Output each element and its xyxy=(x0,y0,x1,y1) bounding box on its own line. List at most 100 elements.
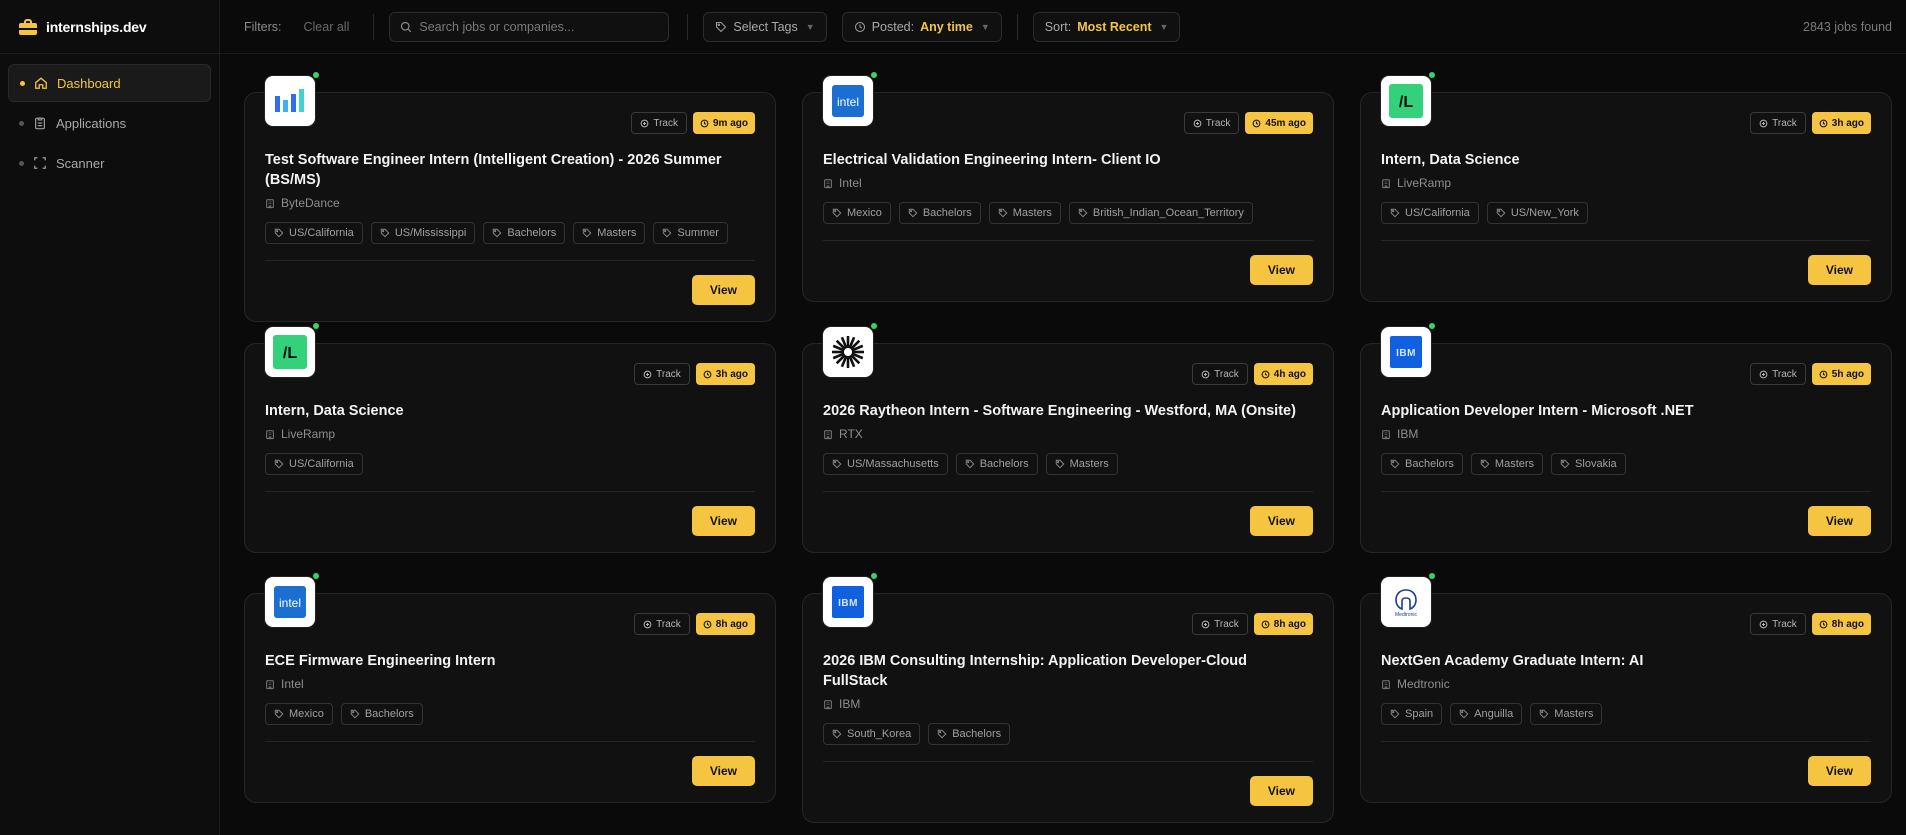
view-button[interactable]: View xyxy=(1807,756,1871,786)
posted-ago-badge: 4h ago xyxy=(1253,363,1313,385)
job-card-cell: intel Track 8h ago ECE Firmware Engineering… xyxy=(244,572,776,822)
card-actions: Track 4h ago xyxy=(823,363,1313,385)
job-card[interactable]: Track 9m ago Test Software Engineer Intern… xyxy=(244,72,776,322)
view-button[interactable]: View xyxy=(691,756,755,786)
track-button[interactable]: Track xyxy=(1183,112,1240,134)
job-title[interactable]: Intern, Data Science xyxy=(1381,150,1871,170)
company-name: LiveRamp xyxy=(281,427,336,441)
building-icon xyxy=(1381,178,1391,189)
job-card[interactable]: /L Track 3h ago Intern, Data Science LiveRam… xyxy=(244,323,776,553)
company-name: RTX xyxy=(839,427,863,441)
job-card[interactable]: Medtronic Track 8h ago NextGen Academy Grad… xyxy=(1360,573,1892,803)
job-title[interactable]: Electrical Validation Engineering Intern… xyxy=(823,150,1313,170)
job-card[interactable]: IBM Track 5h ago Application Developer Inte… xyxy=(1360,323,1892,553)
building-icon xyxy=(823,699,833,710)
tag-icon xyxy=(1539,709,1549,719)
status-dot xyxy=(871,573,877,579)
intel-logo: intel xyxy=(265,577,315,627)
job-card[interactable]: Track 4h ago 2026 Raytheon Intern - Softwa… xyxy=(802,323,1334,553)
view-button[interactable]: View xyxy=(1807,255,1871,285)
view-button[interactable]: View xyxy=(1249,506,1313,536)
job-title[interactable]: Intern, Data Science xyxy=(265,401,755,421)
status-dot xyxy=(1429,72,1435,78)
view-button[interactable]: View xyxy=(1249,255,1313,285)
card-actions: Track 8h ago xyxy=(823,613,1313,635)
tag-icon xyxy=(492,228,502,238)
sidebar-item-label: Applications xyxy=(56,115,127,131)
company: Intel xyxy=(265,677,755,691)
posted-ago: 8h ago xyxy=(1273,618,1306,630)
track-button[interactable]: Track xyxy=(634,363,690,385)
posted-ago: 9m ago xyxy=(712,117,748,129)
tag-label: Masters xyxy=(1012,207,1052,219)
tag-icon xyxy=(832,729,842,739)
sort-dropdown[interactable]: Sort: Most Recent ▼ xyxy=(1032,11,1181,42)
card-divider xyxy=(265,260,755,261)
liveramp-logo: /L xyxy=(265,327,315,377)
track-button[interactable]: Track xyxy=(1750,613,1806,635)
tag-icon xyxy=(1560,459,1570,469)
sidebar-item-dashboard[interactable]: Dashboard xyxy=(8,64,211,102)
brand[interactable]: internships.dev xyxy=(0,0,219,54)
card-divider xyxy=(1381,741,1871,742)
job-title[interactable]: Test Software Engineer Intern (Intellige… xyxy=(265,150,755,190)
tag-label: Anguilla xyxy=(1474,708,1514,720)
tag-label: US/Mississippi xyxy=(394,227,467,239)
tag-icon xyxy=(662,228,672,238)
clipboard-icon xyxy=(33,116,47,130)
track-button[interactable]: Track xyxy=(1192,613,1248,635)
view-button[interactable]: View xyxy=(1249,776,1313,806)
card-divider xyxy=(265,491,755,492)
tag-chip: Bachelors xyxy=(898,202,981,224)
track-button[interactable]: Track xyxy=(631,112,687,134)
track-button[interactable]: Track xyxy=(1192,363,1248,385)
tag-icon xyxy=(380,228,390,238)
track-button[interactable]: Track xyxy=(1750,363,1806,385)
filter-bar: Filters: Clear all Select Tags ▼ xyxy=(220,0,1906,54)
tag-label: British_Indian_Ocean_Territory xyxy=(1092,207,1244,219)
company-name: LiveRamp xyxy=(1397,176,1452,190)
card-footer: View xyxy=(823,255,1313,285)
track-button[interactable]: Track xyxy=(1750,112,1806,134)
search-box[interactable] xyxy=(389,11,670,42)
track-button[interactable]: Track xyxy=(634,613,690,635)
job-title[interactable]: Application Developer Intern - Microsoft… xyxy=(1381,401,1871,421)
job-title[interactable]: 2026 Raytheon Intern - Software Engineer… xyxy=(823,401,1313,421)
card-footer: View xyxy=(1381,506,1871,536)
job-card[interactable]: intel Track 45m ago Electrical Validation E… xyxy=(802,72,1334,302)
job-title[interactable]: 2026 IBM Consulting Internship: Applicat… xyxy=(823,651,1313,691)
tag-label: Masters xyxy=(597,227,637,239)
search-input[interactable] xyxy=(419,19,660,34)
job-title[interactable]: NextGen Academy Graduate Intern: AI xyxy=(1381,651,1871,671)
view-button[interactable]: View xyxy=(1807,506,1871,536)
job-card[interactable]: IBM Track 8h ago 2026 IBM Consulting Intern… xyxy=(802,573,1334,823)
posted-dropdown[interactable]: Posted: Any time ▼ xyxy=(841,11,1002,42)
clear-all-button[interactable]: Clear all xyxy=(304,20,350,34)
view-button[interactable]: View xyxy=(691,275,755,305)
tag-icon xyxy=(1078,208,1088,218)
tag-label: Masters xyxy=(1494,458,1535,470)
select-tags-dropdown[interactable]: Select Tags ▼ xyxy=(703,11,827,42)
tag-icon xyxy=(274,709,284,719)
status-dot xyxy=(871,323,877,329)
job-card[interactable]: /L Track 3h ago Intern, Data Science LiveRam… xyxy=(1360,72,1892,302)
sidebar-item-scanner[interactable]: Scanner xyxy=(8,144,211,182)
tag-label: Bachelors xyxy=(952,728,1002,740)
company: Medtronic xyxy=(1381,677,1871,691)
plus-circle-icon xyxy=(643,620,652,629)
clock-icon xyxy=(703,370,712,379)
view-button[interactable]: View xyxy=(691,506,755,536)
tag-list: Spain Anguilla Masters xyxy=(1381,703,1871,725)
tag-icon xyxy=(1390,208,1400,218)
svg-text:/L: /L xyxy=(283,345,297,362)
plus-circle-icon xyxy=(643,370,652,379)
svg-text:IBM: IBM xyxy=(838,598,858,609)
job-card[interactable]: intel Track 8h ago ECE Firmware Engineering… xyxy=(244,573,776,803)
card-actions: Track 9m ago xyxy=(265,112,755,134)
tag-chip: Masters xyxy=(1530,703,1603,725)
home-icon xyxy=(34,76,48,90)
job-title[interactable]: ECE Firmware Engineering Intern xyxy=(265,651,755,671)
tag-icon xyxy=(1390,709,1400,719)
clock-icon xyxy=(1261,370,1270,379)
sidebar-item-applications[interactable]: Applications xyxy=(8,104,211,142)
